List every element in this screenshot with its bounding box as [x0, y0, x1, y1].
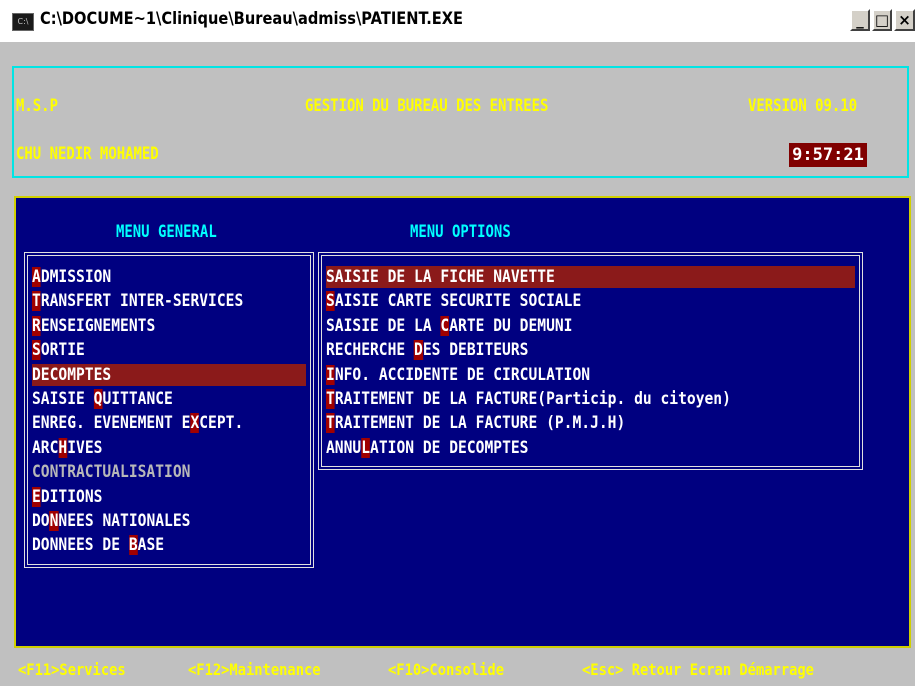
ministry-label: M.S.P	[16, 96, 58, 116]
menu-general-item[interactable]: ENREG. EVENEMENT EXCEPT.	[32, 412, 243, 434]
menu-options-item[interactable]: RECHERCHE DES DEBITEURS	[326, 339, 528, 361]
menu-general-item[interactable]: EDITIONS	[32, 486, 102, 508]
menu-options-item[interactable]: TRAITEMENT DE LA FACTURE(Particip. du ci…	[326, 388, 731, 410]
menu-general-item[interactable]: ADMISSION	[32, 266, 111, 288]
console-window-icon[interactable]: C:\	[12, 13, 34, 31]
menu-options-item[interactable]: SAISIE CARTE SECURITE SOCIALE	[326, 290, 581, 312]
menu-general-item[interactable]: ARCHIVES	[32, 437, 102, 459]
menu-general-box: ADMISSION TRANSFERT INTER-SERVICES RENSEIG…	[24, 252, 314, 568]
maximize-button[interactable]: □	[872, 9, 892, 31]
hotkey-letter: R	[32, 315, 41, 336]
hotkey-letter: N	[49, 511, 59, 531]
menu-options-box: SAISIE DE LA FICHE NAVETTE SAISIE CARTE S…	[318, 252, 863, 470]
menu-general-item[interactable]: SORTIE	[32, 339, 85, 361]
minimize-button[interactable]: _	[850, 9, 870, 31]
hotkey-letter: A	[32, 267, 41, 287]
footer-maintenance-key[interactable]: <F12>Maintenance	[188, 660, 321, 679]
hotkey-letter: X	[190, 413, 200, 434]
menu-options-item[interactable]: TRAITEMENT DE LA FACTURE (P.M.J.H)	[326, 412, 625, 434]
close-button[interactable]: ×	[894, 9, 915, 31]
hotkey-letter: B	[128, 535, 138, 556]
menu-general-item[interactable]: TRANSFERT INTER-SERVICES	[32, 290, 243, 312]
footer-consolide-key[interactable]: <F10>Consolide	[388, 660, 504, 679]
footer-retour-key[interactable]: <Esc> Retour Ecran Démarrage	[582, 660, 814, 679]
hotkey-letter: Q	[93, 389, 103, 409]
hotkey-letter: I	[326, 364, 335, 385]
menu-general-item[interactable]: DONNEES DE BASE	[32, 534, 164, 556]
menu-general-list: ADMISSION TRANSFERT INTER-SERVICES RENSEIG…	[32, 266, 306, 558]
hotkey-letter: S	[326, 291, 335, 312]
app-name: GESTION DU BUREAU DES ENTREES	[305, 96, 549, 116]
menu-general-item[interactable]: DECOMPTES	[32, 364, 111, 386]
menu-general-item: CONTRACTUALISATION	[32, 462, 191, 483]
menu-options-title: MENU OPTIONS	[410, 222, 511, 242]
hotkey-letter: E	[32, 486, 41, 507]
menu-general-title: MENU GENERAL	[116, 222, 217, 242]
hotkey-letter: T	[326, 413, 335, 434]
hotkey-letter: T	[326, 389, 335, 409]
menu-options-item[interactable]: ANNULATION DE DECOMPTES	[326, 437, 528, 459]
version-label: VERSION 09.10	[748, 96, 858, 116]
menu-options-item[interactable]: SAISIE DE LA FICHE NAVETTE	[326, 266, 555, 288]
footer-services-key[interactable]: <F11>Services	[18, 660, 126, 679]
menu-general-item[interactable]: RENSEIGNEMENTS	[32, 315, 155, 337]
menu-options-item[interactable]: SAISIE DE LA CARTE DU DEMUNI	[326, 315, 572, 337]
clock: 9:57:21	[789, 143, 867, 167]
menu-options-list: SAISIE DE LA FICHE NAVETTE SAISIE CARTE S…	[326, 266, 855, 462]
title-bar: C:\ C:\DOCUME~1\Clinique\Bureau\admiss\P…	[0, 0, 915, 42]
hotkey-letter: D	[414, 340, 423, 361]
hotkey-letter: S	[32, 340, 41, 361]
hotkey-letter: C	[440, 315, 450, 336]
hospital-name: CHU NEDIR MOHAMED	[16, 144, 159, 164]
hotkey-letter: H	[58, 437, 68, 458]
menu-general-item[interactable]: SAISIE QUITTANCE	[32, 388, 173, 410]
menu-options-item[interactable]: INFO. ACCIDENTE DE CIRCULATION	[326, 364, 590, 386]
menu-general-item[interactable]: DONNEES NATIONALES	[32, 510, 190, 532]
hotkey-letter: L	[361, 437, 371, 458]
window-title: C:\DOCUME~1\Clinique\Bureau\admiss\PATIE…	[40, 9, 464, 29]
hotkey-letter: T	[32, 291, 41, 312]
